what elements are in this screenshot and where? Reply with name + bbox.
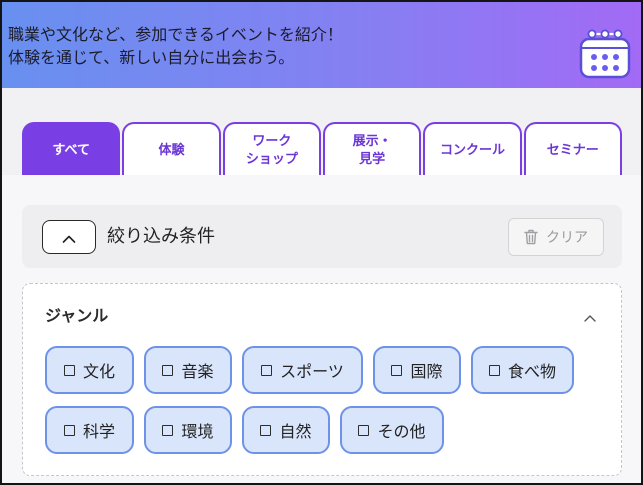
tab-seminar[interactable]: セミナー [523, 122, 622, 175]
chip-label: 自然 [279, 422, 312, 441]
tab-label-line-2: 見学 [359, 151, 386, 167]
checkbox-icon [63, 424, 75, 436]
genre-chip-nature[interactable]: 自然 [242, 406, 330, 454]
genre-collapse-button[interactable] [578, 304, 602, 328]
banner-text: 職業や文化など、参加できるイベントを紹介！ 体験を通じて、新しい自分に出会おう。 [8, 23, 343, 69]
tab-label: すべて [52, 142, 90, 158]
genre-chip-food[interactable]: 食べ物 [471, 346, 574, 394]
chip-label: 音楽 [181, 362, 214, 381]
chip-label: 国際 [410, 362, 443, 381]
checkbox-icon [63, 364, 75, 376]
checkbox-icon [260, 424, 272, 436]
checkbox-icon [162, 364, 174, 376]
chip-label: 食べ物 [507, 362, 556, 381]
genre-chip-row: 文化 音楽 スポーツ 国際 食べ物 [45, 346, 574, 394]
checkbox-icon [162, 424, 174, 436]
banner-line-2: 体験を通じて、新しい自分に出会おう。 [8, 48, 295, 67]
chip-label: 環境 [181, 422, 214, 441]
clear-button-label: クリア [546, 230, 588, 246]
checkbox-icon [358, 424, 370, 436]
genre-chip-row: 科学 環境 自然 その他 [45, 406, 444, 454]
filter-toggle-button[interactable] [42, 220, 96, 254]
genre-chip-environment[interactable]: 環境 [144, 406, 232, 454]
genre-title: ジャンル [45, 306, 109, 325]
clear-button[interactable]: クリア [508, 218, 604, 256]
chevron-up-icon [584, 307, 596, 326]
tab-contest[interactable]: コンクール [423, 122, 522, 175]
tab-label: コンクール [439, 142, 505, 158]
genre-chip-international[interactable]: 国際 [373, 346, 461, 394]
trash-icon [524, 229, 538, 245]
tab-label-line-1: ワーク [252, 133, 292, 149]
genre-chip-music[interactable]: 音楽 [144, 346, 232, 394]
checkbox-icon [261, 364, 273, 376]
genre-chip-other[interactable]: その他 [340, 406, 444, 454]
filter-header: 絞り込み条件 クリア [22, 205, 622, 268]
filter-title: 絞り込み条件 [107, 226, 215, 247]
banner-line-1: 職業や文化など、参加できるイベントを紹介！ [8, 25, 343, 44]
genre-panel: ジャンル 文化 音楽 スポーツ 国際 食べ物 科学 環境 自然 その他 [22, 283, 622, 476]
chip-label: その他 [377, 422, 426, 441]
tab-exhibition[interactable]: 展示・ 見学 [322, 122, 422, 175]
chip-label: 文化 [82, 362, 115, 381]
calendar-icon [578, 28, 632, 80]
tab-label: セミナー [546, 142, 599, 158]
category-tabs: すべて 体験 ワーク ショップ 展示・ 見学 コンクール セミナー [22, 122, 622, 175]
tab-label: 体験 [158, 142, 185, 158]
genre-chip-sports[interactable]: スポーツ [242, 346, 363, 394]
tab-workshop[interactable]: ワーク ショップ [222, 122, 321, 175]
hero-banner: 職業や文化など、参加できるイベントを紹介！ 体験を通じて、新しい自分に出会おう。 [2, 2, 641, 88]
genre-chip-science[interactable]: 科学 [45, 406, 134, 454]
genre-chip-culture[interactable]: 文化 [45, 346, 134, 394]
app-frame: 職業や文化など、参加できるイベントを紹介！ 体験を通じて、新しい自分に出会おう。 [0, 0, 643, 485]
tab-all[interactable]: すべて [22, 122, 121, 175]
chip-label: スポーツ [280, 362, 344, 381]
chip-label: 科学 [82, 422, 115, 441]
tab-experience[interactable]: 体験 [122, 122, 221, 175]
category-tab-bar: すべて 体験 ワーク ショップ 展示・ 見学 コンクール セミナー [2, 88, 641, 175]
checkbox-icon [488, 364, 500, 376]
checkbox-icon [391, 364, 403, 376]
tab-label-line-2: ショップ [245, 151, 298, 167]
chevron-up-icon [62, 228, 76, 247]
tab-label-line-1: 展示・ [352, 133, 392, 149]
